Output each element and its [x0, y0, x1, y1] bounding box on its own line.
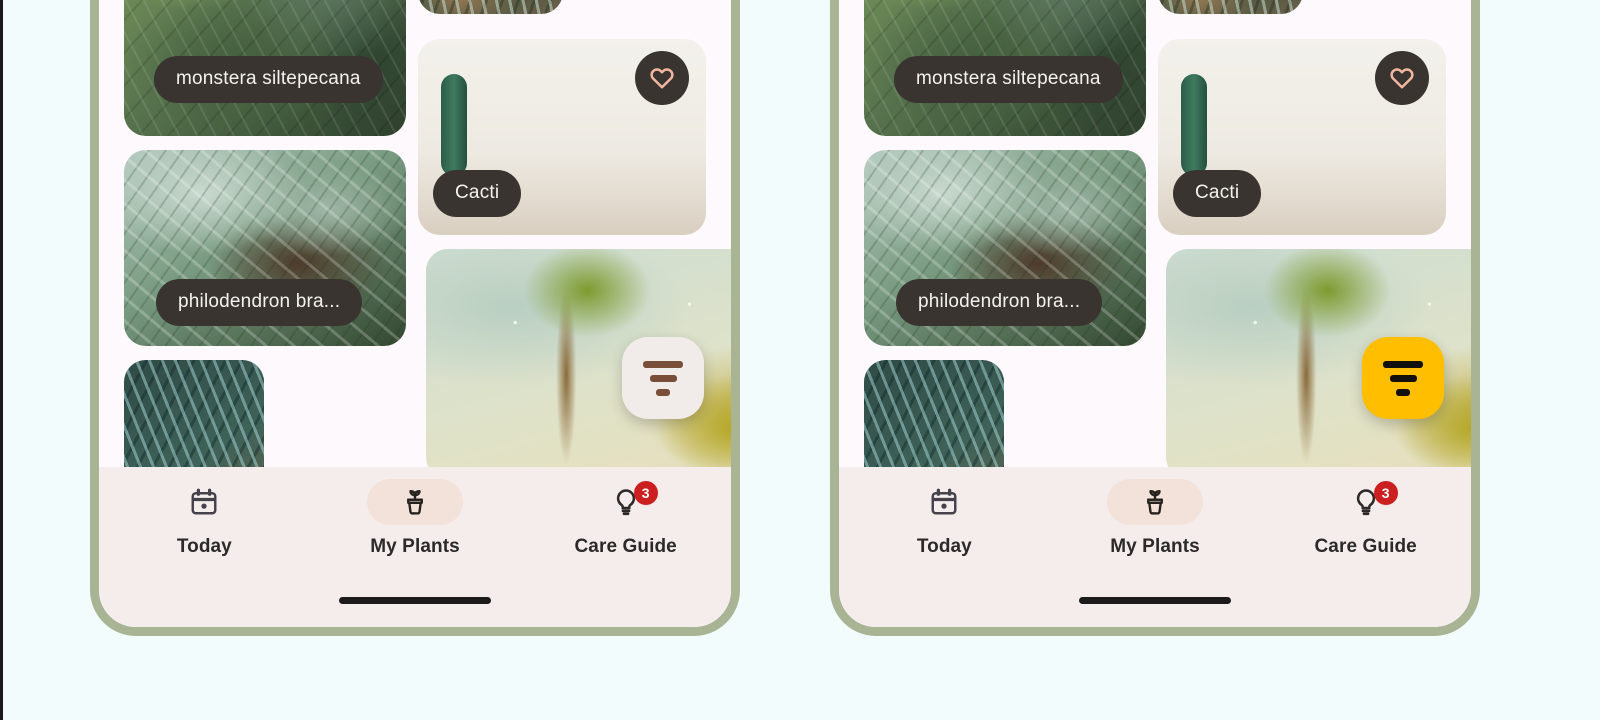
nav-item-care-guide[interactable]: 3 Care Guide: [1260, 479, 1471, 558]
favorite-button[interactable]: [635, 51, 689, 105]
filter-fab[interactable]: [1362, 337, 1444, 419]
favorite-button[interactable]: [1375, 51, 1429, 105]
plant-card-label: monstera siltepecana: [894, 56, 1123, 103]
home-indicator[interactable]: [339, 597, 491, 604]
nav-label: My Plants: [370, 536, 460, 557]
nav-icon-wrap: [156, 479, 252, 525]
plant-photo-palm: [1158, 0, 1303, 14]
plant-card-palm[interactable]: [418, 0, 563, 14]
calendar-icon: [191, 488, 217, 515]
nav-icon-wrap: [367, 479, 463, 525]
phone-mockup-right: monstera siltepecana philodendron bra...: [830, 0, 1480, 636]
plant-pot-icon: [1147, 489, 1163, 515]
calendar-icon: [931, 488, 957, 515]
nav-item-my-plants[interactable]: My Plants: [310, 479, 521, 558]
nav-label: Care Guide: [574, 536, 677, 557]
plant-card-cacti[interactable]: Cacti: [418, 39, 706, 235]
notification-badge: 3: [1373, 481, 1398, 505]
plant-card-label: Cacti: [433, 170, 522, 217]
phone-mockup-left: monstera siltepecana philodendron bra...: [90, 0, 740, 636]
home-indicator[interactable]: [1079, 597, 1231, 604]
nav-item-today[interactable]: Today: [99, 479, 310, 558]
plant-card-label: Cacti: [1173, 170, 1262, 217]
plant-card-philodendron[interactable]: philodendron bra...: [864, 150, 1146, 346]
plant-card-cacti[interactable]: Cacti: [1158, 39, 1446, 235]
plant-card-label: philodendron bra...: [156, 279, 363, 326]
nav-icon-wrap: 3: [1318, 479, 1414, 525]
app-screen-right: monstera siltepecana philodendron bra...: [839, 0, 1471, 627]
plant-card-philodendron[interactable]: philodendron bra...: [124, 150, 406, 346]
plant-card-palm[interactable]: [1158, 0, 1303, 14]
left-edge-divider: [0, 0, 3, 720]
bottom-navigation-bar: Today My Plants 3 Care Guide: [839, 467, 1471, 627]
nav-label: Today: [916, 536, 972, 557]
nav-icon-wrap: [896, 479, 992, 525]
nav-item-care-guide[interactable]: 3 Care Guide: [520, 479, 731, 558]
plant-card-monstera[interactable]: monstera siltepecana: [124, 0, 406, 136]
nav-label: Care Guide: [1314, 536, 1417, 557]
nav-label: Today: [176, 536, 232, 557]
heart-icon: [1390, 68, 1414, 89]
plant-pot-icon: [407, 489, 423, 515]
plant-card-label: philodendron bra...: [896, 279, 1103, 326]
filter-icon: [1383, 360, 1423, 396]
nav-item-my-plants[interactable]: My Plants: [1050, 479, 1261, 558]
app-screen-left: monstera siltepecana philodendron bra...: [99, 0, 731, 627]
plant-card-monstera[interactable]: monstera siltepecana: [864, 0, 1146, 136]
notification-badge: 3: [633, 481, 658, 505]
nav-label: My Plants: [1110, 536, 1200, 557]
plant-card-label: monstera siltepecana: [154, 56, 383, 103]
nav-icon-wrap: 3: [578, 479, 674, 525]
screenshot-stage: monstera siltepecana philodendron bra...: [0, 0, 1600, 720]
filter-fab[interactable]: [622, 337, 704, 419]
heart-icon: [650, 68, 674, 89]
plant-photo-palm: [418, 0, 563, 14]
nav-icon-wrap: [1107, 479, 1203, 525]
nav-item-today[interactable]: Today: [839, 479, 1050, 558]
bottom-navigation-bar: Today My Plants 3 Care Guide: [99, 467, 731, 627]
filter-icon: [643, 360, 683, 396]
